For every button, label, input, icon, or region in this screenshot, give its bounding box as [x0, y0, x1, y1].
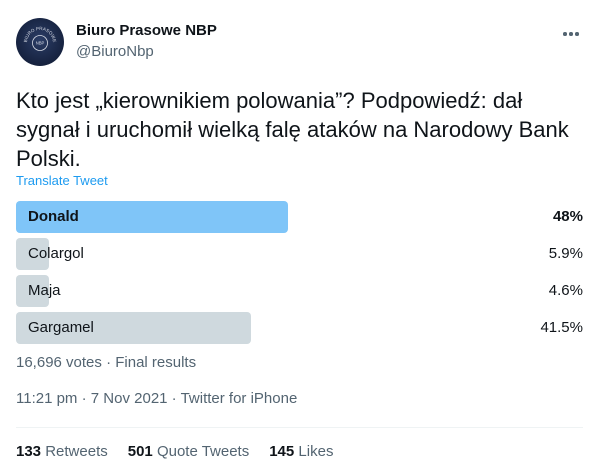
poll-summary: 16,696 votes · Final results [16, 354, 197, 371]
quotes-stat[interactable]: 501 Quote Tweets [128, 443, 249, 460]
quotes-count: 501 [127, 443, 153, 460]
poll: Donald 48% Colargol 5.9% Maja 4.6% Gargamel 41.… [16, 201, 583, 349]
divider [16, 427, 583, 428]
poll-option-percent: 4.6% [548, 282, 583, 299]
translate-tweet-link[interactable]: Translate Tweet [16, 173, 108, 188]
tweet-text: Kto jest „kierownikiem polowania”? Podpo… [16, 88, 569, 171]
avatar[interactable]: BIURO PRASOWE NBP [16, 18, 64, 66]
poll-option-percent: 48% [552, 208, 583, 225]
tweet-source[interactable]: Twitter for iPhone [181, 390, 298, 407]
tweet-header: BIURO PRASOWE NBP Biuro Prasowe NBP @Biu… [16, 18, 583, 66]
likes-label: Likes [298, 443, 334, 460]
author-handle[interactable]: @BiuroNbp [76, 43, 154, 60]
poll-option-label: Donald [28, 208, 79, 225]
tweet-card: BIURO PRASOWE NBP Biuro Prasowe NBP @Biu… [0, 0, 599, 472]
poll-option-percent: 5.9% [548, 245, 583, 262]
more-options-icon[interactable] [559, 22, 583, 46]
poll-option-label: Gargamel [28, 319, 94, 336]
meta-separator-2: · [167, 390, 181, 407]
poll-option-label: Maja [28, 282, 61, 299]
retweets-label: Retweets [45, 443, 108, 460]
likes-count: 145 [269, 443, 295, 460]
poll-option-percent: 41.5% [540, 319, 583, 336]
tweet-meta: 11:21 pm · 7 Nov 2021 · Twitter for iPho… [16, 390, 297, 407]
poll-option-label: Colargol [28, 245, 84, 262]
poll-option: Donald 48% [16, 201, 583, 233]
avatar-mark: NBP [36, 41, 45, 46]
poll-option: Maja 4.6% [16, 275, 583, 307]
likes-stat[interactable]: 145 Likes [269, 443, 333, 460]
nbp-logo-icon: BIURO PRASOWE NBP [23, 26, 57, 51]
retweets-stat[interactable]: 133 Retweets [16, 443, 108, 460]
retweets-count: 133 [16, 443, 42, 460]
poll-option: Colargol 5.9% [16, 238, 583, 270]
author-name[interactable]: Biuro Prasowe NBP [76, 22, 217, 39]
meta-separator: · [77, 390, 91, 407]
poll-option: Gargamel 41.5% [16, 312, 583, 344]
tweet-time[interactable]: 11:21 pm [16, 390, 77, 407]
quotes-label: Quote Tweets [156, 443, 250, 460]
engagement-stats: 133 Retweets 501 Quote Tweets 145 Likes [16, 443, 333, 460]
tweet-date[interactable]: 7 Nov 2021 [91, 390, 168, 407]
